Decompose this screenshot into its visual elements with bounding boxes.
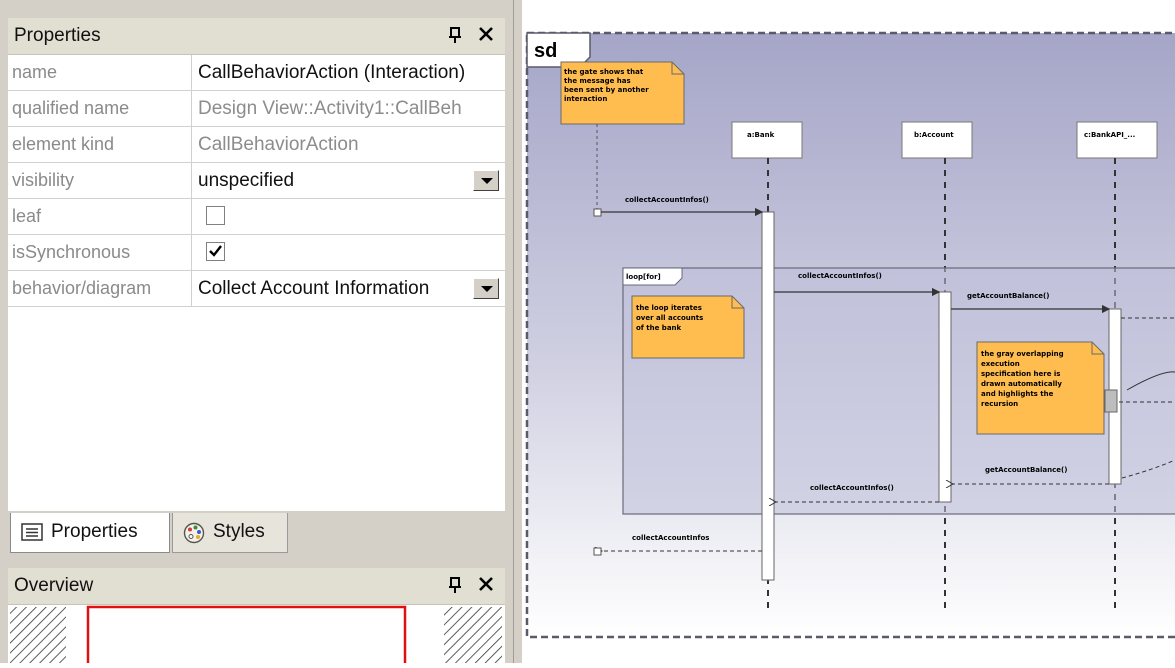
note-loop[interactable]: the loop iterates over all accounts of t… — [631, 295, 745, 359]
overview-canvas[interactable] — [8, 605, 505, 668]
close-icon[interactable] — [477, 24, 495, 44]
property-row-behavior-diagram: behavior/diagram Collect Account Informa… — [8, 271, 505, 307]
property-row-visibility: visibility unspecified — [8, 163, 505, 199]
pin-icon[interactable] — [447, 576, 463, 594]
svg-text:been sent by another: been sent by another — [564, 86, 649, 94]
activation-b[interactable] — [938, 291, 952, 503]
overview-hatch-right — [444, 607, 502, 663]
lifeline-label: c:BankAPI_... — [1084, 131, 1135, 139]
loop-fragment-label: loop[for] — [626, 273, 661, 281]
tab-properties[interactable]: Properties — [10, 513, 170, 553]
property-label: behavior/diagram — [8, 271, 192, 306]
svg-text:specification here is: specification here is — [981, 370, 1060, 378]
svg-text:and highlights the: and highlights the — [981, 390, 1054, 398]
dropdown-arrow-icon[interactable] — [473, 170, 499, 191]
property-label: qualified name — [8, 91, 192, 126]
activation-c-overlap[interactable] — [1104, 389, 1118, 413]
property-value-qualified-name: Design View::Activity1::CallBeh — [198, 98, 462, 119]
svg-text:interaction: interaction — [564, 95, 607, 103]
svg-text:collectAccountInfos(): collectAccountInfos() — [810, 484, 894, 492]
leaf-checkbox[interactable] — [206, 206, 225, 225]
behavior-diagram-select[interactable]: Collect Account Information — [194, 271, 505, 306]
svg-text:collectAccountInfos(): collectAccountInfos() — [798, 272, 882, 280]
visibility-value: unspecified — [198, 170, 295, 191]
svg-text:getAccountBalance(): getAccountBalance() — [967, 292, 1049, 300]
properties-panel-title: Properties — [14, 25, 101, 46]
leaf-value — [194, 199, 505, 234]
note-recursion[interactable]: the gray overlapping execution specifica… — [976, 341, 1105, 435]
panel-splitter[interactable] — [513, 0, 522, 663]
property-label: name — [8, 55, 192, 90]
property-row-qualified-name: qualified name Design View::Activity1::C… — [8, 91, 505, 127]
note-loop-text: the loop iterates — [636, 304, 702, 312]
sd-frame-label: sd — [534, 40, 557, 62]
property-row-is-synchronous: isSynchronous — [8, 235, 505, 271]
overview-panel-title: Overview — [14, 575, 94, 596]
property-value-element-kind: CallBehaviorAction — [198, 134, 359, 155]
is-synchronous-checkbox[interactable] — [206, 242, 225, 261]
svg-text:getAccountBalance(): getAccountBalance() — [985, 466, 1067, 474]
svg-text:of the bank: of the bank — [636, 324, 682, 332]
diagram-canvas[interactable]: sd the gate shows that the message has b… — [522, 0, 1175, 663]
overview-viewport-rect[interactable] — [86, 605, 407, 668]
lifeline-label: b:Account — [914, 131, 954, 139]
property-grid: name CallBehaviorAction (Interaction) qu… — [8, 55, 505, 511]
note-recursion-text: the gray overlapping — [981, 350, 1064, 358]
svg-text:collectAccountInfos: collectAccountInfos — [632, 534, 709, 542]
property-row-name: name CallBehaviorAction (Interaction) — [8, 55, 505, 91]
close-icon[interactable] — [477, 574, 495, 594]
svg-text:collectAccountInfos(): collectAccountInfos() — [625, 196, 709, 204]
property-label: isSynchronous — [8, 235, 192, 270]
checkmark-icon — [209, 245, 222, 257]
tab-styles-label: Styles — [213, 521, 265, 542]
left-dock-area: Properties name CallBehaviorAction (Inte… — [0, 0, 513, 668]
activation-a[interactable] — [761, 211, 775, 581]
overview-panel-header: Overview — [8, 568, 505, 605]
properties-tab-bar: Properties Styles — [8, 511, 505, 557]
visibility-select[interactable]: unspecified — [194, 163, 505, 198]
property-label: leaf — [8, 199, 192, 234]
svg-text:drawn automatically: drawn automatically — [981, 380, 1062, 388]
behavior-diagram-value: Collect Account Information — [198, 278, 430, 299]
lifeline-label: a:Bank — [747, 131, 775, 139]
tab-styles[interactable]: Styles — [172, 513, 288, 553]
properties-icon — [21, 523, 43, 541]
property-value-name[interactable]: CallBehaviorAction (Interaction) — [194, 55, 505, 90]
svg-text:execution: execution — [981, 360, 1020, 368]
palette-icon — [183, 522, 205, 544]
tab-properties-label: Properties — [51, 521, 138, 542]
note-gate[interactable]: the gate shows that the message has been… — [560, 61, 685, 125]
property-label: element kind — [8, 127, 192, 162]
note-gate-text: the gate shows that — [564, 68, 644, 76]
properties-panel-header: Properties — [8, 18, 505, 55]
property-row-element-kind: element kind CallBehaviorAction — [8, 127, 505, 163]
property-row-leaf: leaf — [8, 199, 505, 235]
property-label: visibility — [8, 163, 192, 198]
pin-icon[interactable] — [447, 26, 463, 44]
svg-text:over all accounts: over all accounts — [636, 314, 703, 322]
svg-text:recursion: recursion — [981, 400, 1018, 408]
dropdown-arrow-icon[interactable] — [473, 278, 499, 299]
overview-hatch-left — [10, 607, 66, 663]
svg-text:the message has: the message has — [564, 77, 631, 85]
is-synchronous-value — [194, 235, 505, 270]
